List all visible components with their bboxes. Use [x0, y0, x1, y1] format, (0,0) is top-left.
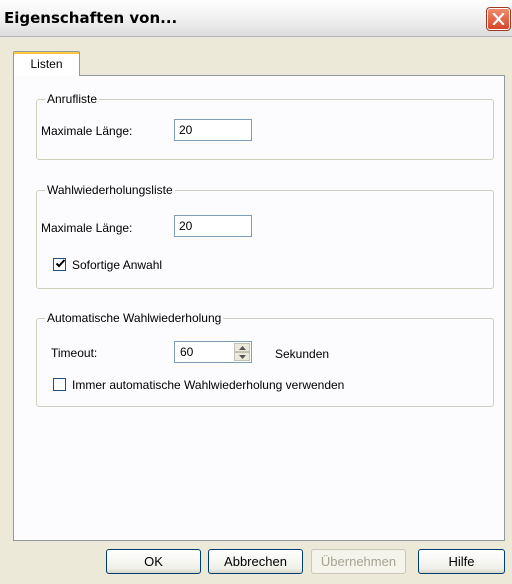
instant-dial-checkbox[interactable] — [53, 258, 66, 271]
spin-up-button[interactable] — [234, 343, 250, 352]
timeout-label: Timeout: — [51, 346, 98, 360]
group-title-redial-list: Wahlwiederholungsliste — [47, 183, 173, 197]
group-auto-redial: Automatische Wahlwiederholung — [36, 311, 494, 407]
redial-list-max-length-input[interactable]: 20 — [174, 215, 252, 237]
tab-label: Listen — [30, 57, 63, 71]
group-redial-list: Wahlwiederholungsliste — [36, 183, 494, 289]
redial-list-max-length-label: Maximale Länge: — [41, 221, 133, 235]
call-list-max-length-label: Maximale Länge: — [41, 124, 133, 138]
tab-listen[interactable]: Listen — [13, 51, 80, 76]
arrow-up-icon — [239, 346, 246, 350]
apply-button[interactable]: Übernehmen — [311, 549, 406, 574]
group-title-auto-redial: Automatische Wahlwiederholung — [47, 311, 222, 325]
timeout-unit-label: Sekunden — [275, 347, 330, 361]
always-auto-redial-checkbox[interactable] — [53, 378, 66, 391]
group-title-call-list: Anrufliste — [47, 92, 98, 106]
cancel-button[interactable]: Abbrechen — [208, 549, 303, 574]
timeout-spinner[interactable]: 60 — [174, 341, 252, 363]
checkmark-icon — [55, 259, 66, 268]
properties-dialog: Eigenschaften von... Listen Anrufliste M… — [0, 0, 512, 584]
instant-dial-label[interactable]: Sofortige Anwahl — [72, 258, 162, 272]
timeout-value: 60 — [180, 345, 194, 359]
spin-down-button[interactable] — [234, 352, 250, 361]
tab-panel: Anrufliste Maximale Länge: 20 Wahlwieder… — [13, 75, 505, 541]
always-auto-redial-label[interactable]: Immer automatische Wahlwiederholung verw… — [72, 378, 344, 392]
spinner-buttons — [234, 343, 250, 361]
ok-button[interactable]: OK — [106, 549, 201, 574]
window-title: Eigenschaften von... — [4, 9, 178, 27]
arrow-down-icon — [239, 355, 246, 359]
close-button[interactable] — [486, 7, 511, 31]
title-bar[interactable]: Eigenschaften von... — [0, 0, 512, 37]
close-x-icon — [492, 13, 505, 25]
call-list-max-length-input[interactable]: 20 — [174, 119, 252, 141]
help-button[interactable]: Hilfe — [418, 549, 505, 574]
